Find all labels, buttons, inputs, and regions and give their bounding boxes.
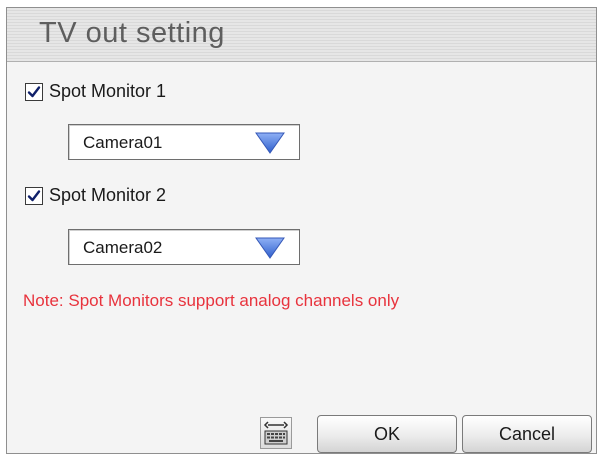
- checkmark-icon: [27, 189, 41, 201]
- spot-monitor-1-camera-select[interactable]: Camera01: [68, 124, 300, 160]
- triangle-down-icon[interactable]: [255, 131, 285, 155]
- spot-monitor-2-row[interactable]: Spot Monitor 2: [25, 185, 166, 206]
- dialog-titlebar: TV out setting: [7, 8, 596, 62]
- spot-monitor-2-camera-value: Camera02: [83, 238, 163, 257]
- triangle-down-icon[interactable]: [255, 236, 285, 260]
- spot-monitor-2-label: Spot Monitor 2: [49, 185, 167, 205]
- spot-monitor-2-checkbox[interactable]: [25, 186, 43, 205]
- spot-monitor-2-camera-select[interactable]: Camera02: [68, 229, 300, 265]
- checkmark-icon: [27, 85, 41, 97]
- keyboard-icon: [263, 421, 289, 445]
- spot-monitor-1-row[interactable]: Spot Monitor 1: [25, 81, 166, 102]
- analog-channels-note: Note: Spot Monitors support analog chann…: [23, 291, 400, 310]
- spot-monitor-1-camera-value: Camera01: [83, 133, 163, 152]
- dialog-title: TV out setting: [39, 17, 225, 49]
- keyboard-button[interactable]: [260, 417, 292, 449]
- cancel-button[interactable]: Cancel: [462, 415, 592, 453]
- tv-out-setting-dialog: TV out setting Spot Monitor 1 Camera01 S…: [6, 7, 597, 454]
- spot-monitor-1-checkbox[interactable]: [25, 82, 43, 101]
- spot-monitor-1-label: Spot Monitor 1: [49, 81, 167, 101]
- ok-button[interactable]: OK: [317, 415, 457, 453]
